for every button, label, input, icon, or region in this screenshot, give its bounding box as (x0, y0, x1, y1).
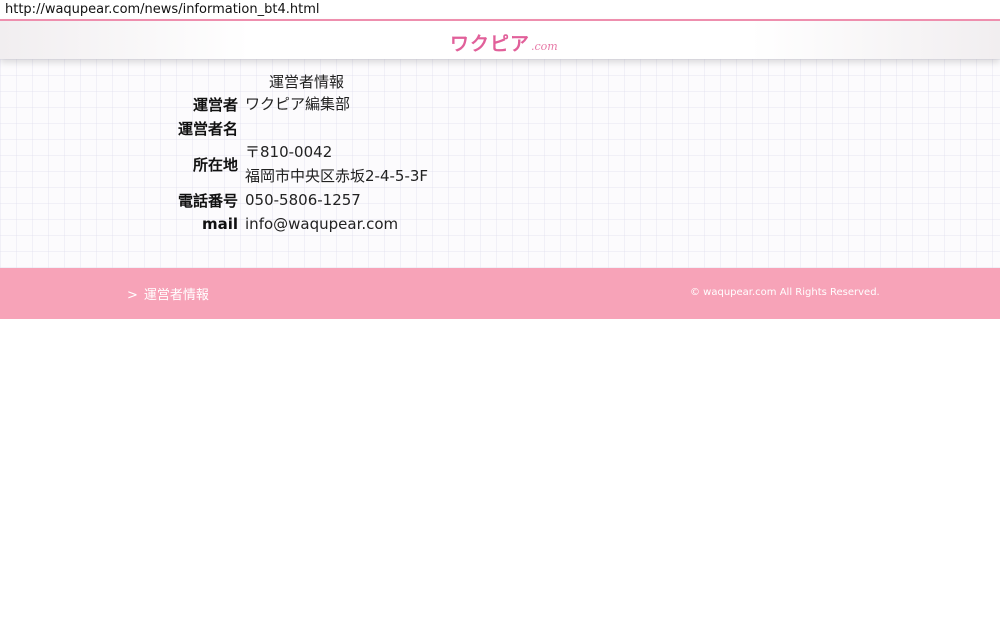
table-row: 所在地 〒810-0042 福岡市中央区赤坂2-4-5-3F (175, 140, 428, 188)
row-value-phone: 050-5806-1257 (245, 191, 361, 209)
table-row: 運営者名 (175, 116, 428, 140)
row-label-mail: mail (201, 215, 239, 233)
footer-link-operator-info[interactable]: > 運営者情報 (127, 284, 209, 303)
copyright-text: © waqupear.com All Rights Reserved. (690, 287, 880, 298)
row-label-phone: 電話番号 (178, 191, 239, 210)
row-label-operator-name: 運営者名 (178, 119, 239, 138)
url-text: http://waqupear.com/news/information_bt4… (5, 2, 320, 17)
address-bar[interactable]: http://waqupear.com/news/information_bt4… (0, 0, 1000, 19)
operator-info-table: 運営者 ワクピア編集部 運営者名 所在地 〒810-0042 福岡市中央区赤坂2… (175, 92, 428, 236)
row-label-operator: 運営者 (193, 95, 239, 114)
chevron-right-icon: > (127, 288, 138, 303)
table-row: 電話番号 050-5806-1257 (175, 188, 428, 212)
logo-sub-text: .com (531, 40, 558, 53)
row-value-operator-name (245, 116, 428, 140)
row-label-address: 所在地 (193, 155, 239, 174)
info-table-caption: 運営者情報 (269, 73, 345, 91)
site-footer: > 運営者情報 © waqupear.com All Rights Reserve… (0, 268, 1000, 319)
site-logo[interactable]: ワクピア .com (450, 29, 558, 55)
table-row: 運営者 ワクピア編集部 (175, 92, 428, 116)
row-value-address: 〒810-0042 福岡市中央区赤坂2-4-5-3F (245, 140, 428, 188)
address-street: 福岡市中央区赤坂2-4-5-3F (245, 167, 429, 185)
table-row: mail info@waqupear.com (175, 212, 428, 236)
row-value-operator: ワクピア編集部 (245, 95, 351, 113)
row-value-mail: info@waqupear.com (245, 215, 399, 233)
footer-link-label: 運営者情報 (143, 288, 209, 303)
logo-main-text: ワクピア (450, 33, 531, 55)
main-content: 運営者情報 運営者 ワクピア編集部 運営者名 所在地 〒810-0042 福岡市… (0, 59, 1000, 268)
address-postal-code: 〒810-0042 (245, 143, 333, 161)
site-header: ワクピア .com (0, 19, 1000, 59)
